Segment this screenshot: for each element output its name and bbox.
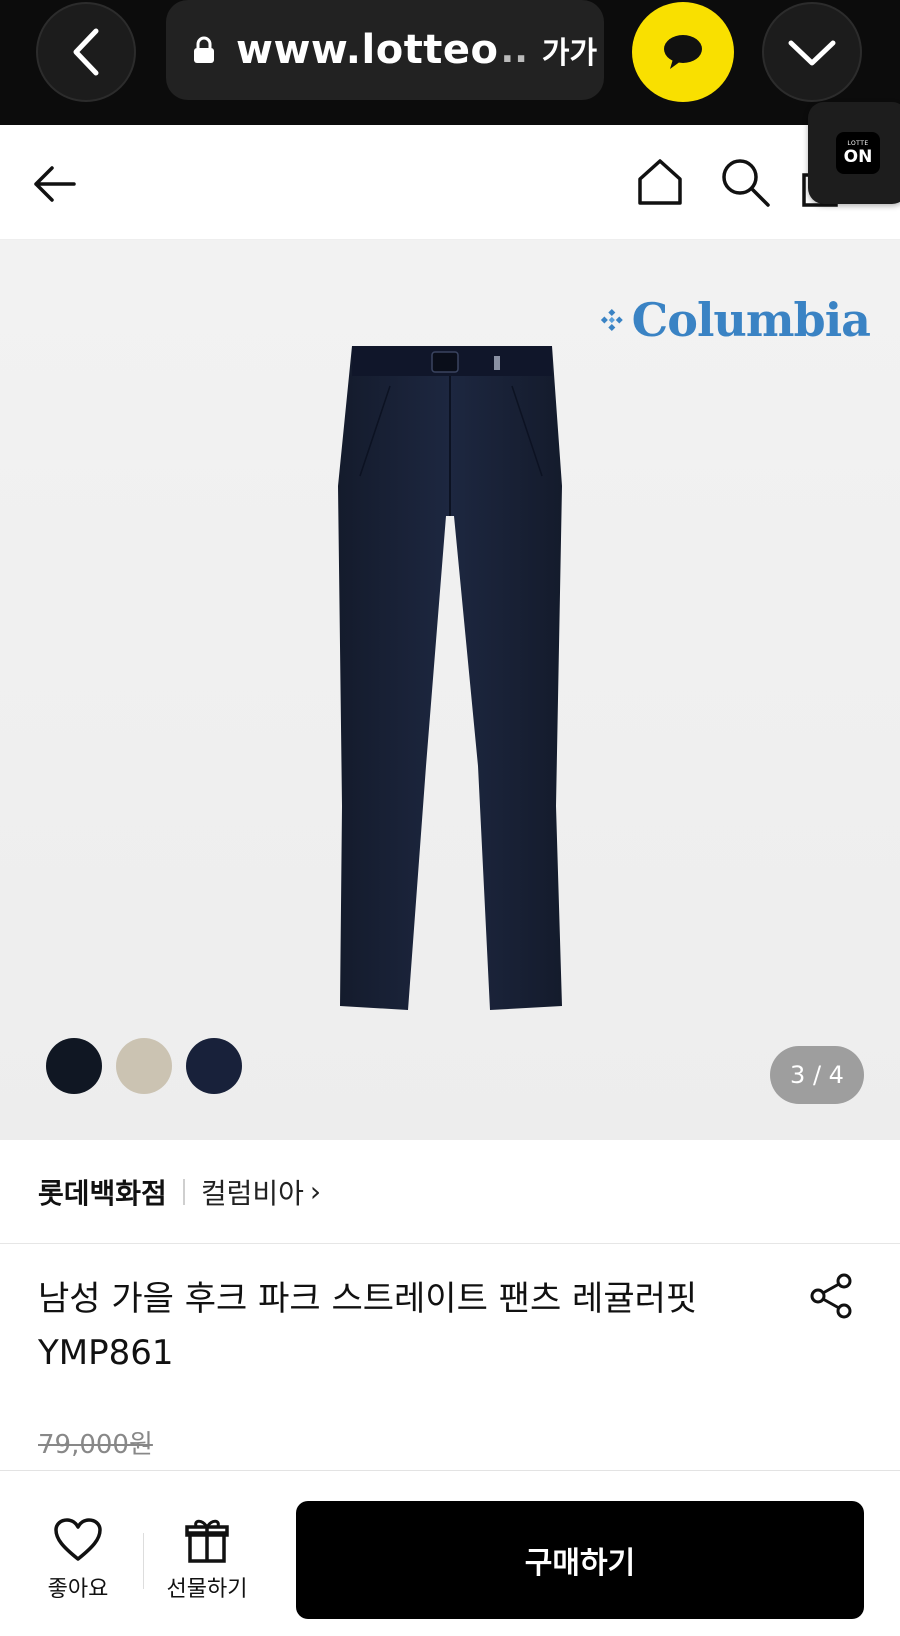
- lotte-on-logo-text: ON: [843, 147, 873, 167]
- kakao-chat-button[interactable]: [632, 2, 734, 102]
- bottom-action-bar: 좋아요 선물하기 구매하기: [0, 1470, 900, 1636]
- share-icon[interactable]: [808, 1272, 856, 1320]
- chevron-right-icon: ›: [309, 1175, 322, 1208]
- store-name: 롯데백화점: [38, 1176, 167, 1210]
- image-page-indicator: 3 / 4: [770, 1046, 864, 1104]
- home-icon[interactable]: [634, 155, 686, 209]
- original-price: 79,000원: [38, 1430, 153, 1460]
- color-swatch-black[interactable]: [46, 1038, 102, 1094]
- lotte-on-badge[interactable]: LOTTE ON: [808, 102, 900, 204]
- columbia-diamond-icon: [600, 309, 623, 331]
- columbia-logo: Columbia: [600, 292, 871, 348]
- gift-icon: [185, 1519, 229, 1563]
- chevron-left-icon: [73, 28, 99, 76]
- lotte-on-logo: LOTTE ON: [836, 132, 880, 174]
- gift-label: 선물하기: [166, 1577, 248, 1602]
- color-swatch-navy[interactable]: [186, 1038, 242, 1094]
- product-title: 남성 가을 후크 파크 스트레이트 팬츠 레귤러핏 YMP861: [38, 1279, 698, 1373]
- pants-image: [338, 346, 562, 1010]
- store-divider: [182, 1178, 185, 1205]
- url-text: www.lotteo: [236, 27, 499, 73]
- chat-bubble-icon: [664, 35, 702, 69]
- store-brand-row: 롯데백화점 컬럼비아 ›: [0, 1140, 900, 1244]
- app-header: [0, 125, 900, 240]
- buy-button[interactable]: 구매하기: [296, 1501, 864, 1619]
- search-icon[interactable]: [718, 155, 772, 209]
- brand-link[interactable]: 컬럼비아: [201, 1172, 304, 1212]
- chevron-down-icon: [788, 40, 836, 66]
- like-button[interactable]: 좋아요: [28, 1517, 128, 1617]
- url-ellipsis: ..: [500, 29, 528, 71]
- arrow-left-icon[interactable]: [30, 159, 80, 209]
- heart-icon: [54, 1518, 102, 1561]
- color-swatch-beige[interactable]: [116, 1038, 172, 1094]
- bottom-bar-divider: [143, 1533, 144, 1589]
- address-bar[interactable]: www.lotteo .. 가가: [166, 0, 604, 100]
- like-label: 좋아요: [47, 1577, 109, 1602]
- browser-menu-button[interactable]: [762, 2, 862, 102]
- font-size-button[interactable]: 가가: [542, 28, 597, 72]
- color-swatches: [46, 1038, 242, 1094]
- product-image-carousel[interactable]: Columbia 3 / 4: [0, 240, 900, 1140]
- browser-back-button[interactable]: [36, 2, 136, 102]
- brand-logo-text: Columbia: [631, 293, 871, 347]
- lock-icon: [194, 36, 214, 63]
- gift-button[interactable]: 선물하기: [152, 1517, 262, 1617]
- browser-toolbar: www.lotteo .. 가가: [0, 0, 900, 125]
